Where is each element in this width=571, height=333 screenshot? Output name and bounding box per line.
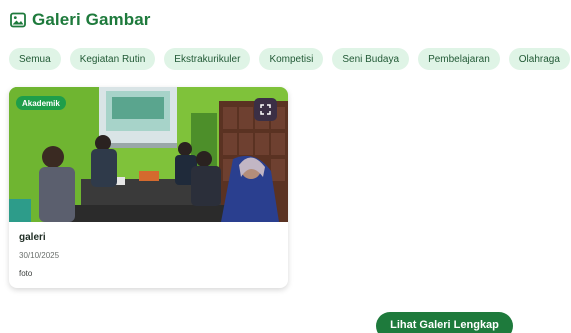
card-info: galeri 30/10/2025 foto: [9, 222, 288, 278]
card-date: 30/10/2025: [19, 251, 60, 260]
gallery-header: Galeri Gambar: [10, 10, 150, 30]
filter-chip-ekstrakurikuler[interactable]: Ekstrakurikuler: [164, 48, 251, 70]
filter-chip-pembelajaran[interactable]: Pembelajaran: [418, 48, 500, 70]
page-title: Galeri Gambar: [32, 10, 151, 29]
fullscreen-button[interactable]: [254, 98, 277, 121]
gallery-card[interactable]: Akademik galeri 30/10/2025 foto: [9, 87, 288, 288]
category-badge: Akademik: [16, 96, 66, 110]
card-media-type: foto: [19, 269, 33, 278]
category-filter-bar: Semua Kegiatan Rutin Ekstrakurikuler Kom…: [9, 48, 570, 70]
view-full-gallery-button[interactable]: Lihat Galeri Lengkap: [376, 312, 513, 333]
filter-chip-kegiatan-rutin[interactable]: Kegiatan Rutin: [69, 48, 156, 70]
image-icon: [10, 12, 26, 28]
fullscreen-icon: [260, 104, 271, 115]
filter-chip-kompetisi[interactable]: Kompetisi: [259, 48, 324, 70]
card-title: galeri: [19, 232, 46, 243]
filter-chip-olahraga[interactable]: Olahraga: [508, 48, 570, 70]
filter-chip-seni-budaya[interactable]: Seni Budaya: [332, 48, 410, 70]
filter-chip-semua[interactable]: Semua: [9, 48, 61, 70]
gallery-photo[interactable]: Akademik: [9, 87, 288, 222]
